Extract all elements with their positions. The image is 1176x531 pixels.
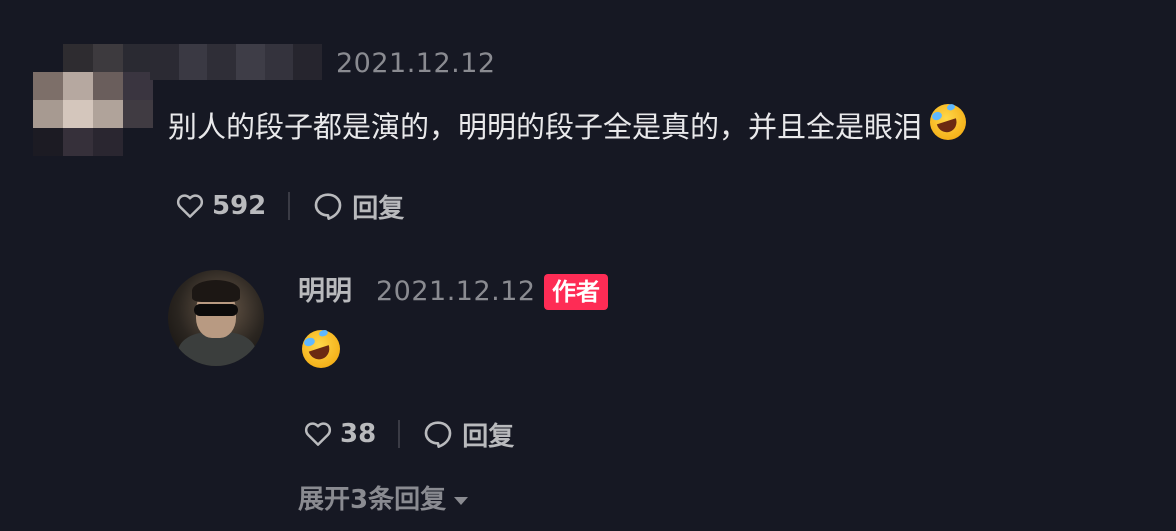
- author-badge: 作者: [544, 274, 608, 310]
- expand-replies-label: 展开3条回复: [298, 485, 447, 515]
- action-divider: [398, 420, 401, 448]
- comment-bubble-icon[interactable]: [422, 418, 454, 450]
- username-blurred[interactable]: [150, 44, 322, 80]
- action-divider: [288, 192, 291, 220]
- author-avatar[interactable]: [168, 270, 264, 366]
- like-count[interactable]: 38: [340, 419, 376, 449]
- laughing-emoji-icon: [930, 104, 967, 140]
- heart-icon[interactable]: [302, 419, 334, 449]
- avatar-figure-hair: [192, 280, 240, 302]
- chevron-down-icon: [454, 497, 469, 505]
- comment-thread: 2021.12.12 别人的段子都是演的，明明的段子全是真的，并且全是眼泪 59…: [0, 0, 1176, 531]
- avatar-figure-glasses: [194, 304, 238, 316]
- comment-text: 别人的段子都是演的，明明的段子全是真的，并且全是眼泪: [168, 104, 967, 148]
- reply-button[interactable]: 回复: [462, 416, 514, 453]
- comment-bubble-icon[interactable]: [312, 190, 344, 222]
- avatar[interactable]: [33, 44, 153, 156]
- reply-actions: 38 回复: [302, 414, 514, 454]
- laughing-emoji-icon: [302, 330, 340, 368]
- comment-date: 2021.12.12: [336, 48, 496, 79]
- comment-actions: 592 回复: [174, 186, 404, 226]
- expand-replies-button[interactable]: 展开3条回复: [298, 480, 469, 520]
- reply-date: 2021.12.12: [376, 276, 536, 307]
- comment-text-content: 别人的段子都是演的，明明的段子全是真的，并且全是眼泪: [168, 110, 923, 144]
- reply-button[interactable]: 回复: [352, 188, 404, 225]
- like-count[interactable]: 592: [212, 191, 266, 221]
- heart-icon[interactable]: [174, 191, 206, 221]
- author-name[interactable]: 明明: [298, 274, 352, 310]
